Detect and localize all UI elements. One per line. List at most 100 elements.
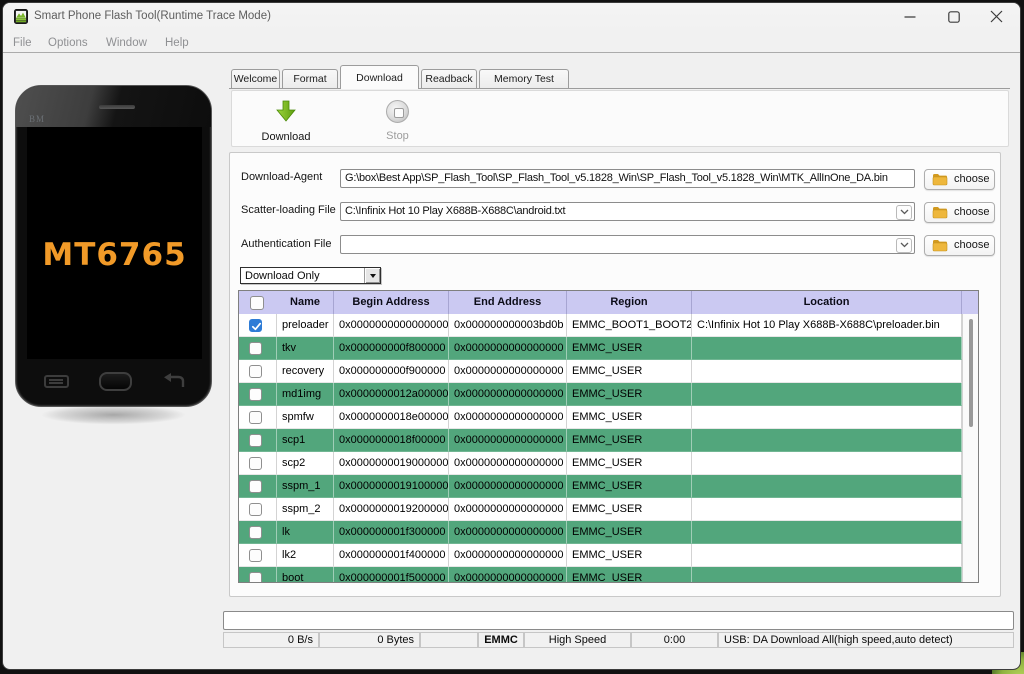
row-checkbox-cell bbox=[239, 452, 277, 475]
progress-bar bbox=[223, 611, 1014, 630]
menu-item-window[interactable]: Window bbox=[106, 37, 147, 49]
column-header-end-address[interactable]: End Address bbox=[449, 291, 567, 314]
table-row-tkv[interactable]: tkv0x000000000f8000000x0000000000000000E… bbox=[239, 337, 962, 360]
cell-begin-address: 0x000000000f800000 bbox=[334, 337, 449, 360]
cell-location bbox=[692, 567, 962, 583]
tab-memory-test[interactable]: Memory Test bbox=[479, 69, 569, 88]
cell-name: lk bbox=[277, 521, 334, 544]
menu-item-options[interactable]: Options bbox=[48, 37, 88, 49]
maximize-button[interactable] bbox=[932, 3, 976, 30]
row-checkbox-cell bbox=[239, 360, 277, 383]
table-row-preloader[interactable]: preloader0x00000000000000000x00000000000… bbox=[239, 314, 962, 337]
phone-chipset-label: MT6765 bbox=[27, 237, 202, 273]
menu-item-file[interactable]: File bbox=[13, 37, 32, 49]
row-checkbox-cell bbox=[239, 383, 277, 406]
table-row-spmfw[interactable]: spmfw0x0000000018e000000x000000000000000… bbox=[239, 406, 962, 429]
row-checkbox-unchecked[interactable] bbox=[249, 457, 262, 470]
row-checkbox-unchecked[interactable] bbox=[249, 342, 262, 355]
cell-location bbox=[692, 406, 962, 429]
vertical-scrollbar[interactable] bbox=[962, 314, 978, 583]
row-checkbox-cell bbox=[239, 544, 277, 567]
table-row-scp1[interactable]: scp10x0000000018f000000x0000000000000000… bbox=[239, 429, 962, 452]
cell-begin-address: 0x000000001f500000 bbox=[334, 567, 449, 583]
combo-dropdown-button-2[interactable] bbox=[896, 238, 912, 253]
cell-location bbox=[692, 544, 962, 567]
close-icon bbox=[990, 10, 1003, 23]
phone-shadow bbox=[17, 407, 210, 433]
tab-download[interactable]: Download bbox=[340, 65, 419, 89]
cell-end-address: 0x0000000000000000 bbox=[449, 406, 567, 429]
scrollbar-thumb[interactable] bbox=[969, 319, 973, 427]
choose-button-0[interactable]: choose bbox=[924, 169, 995, 190]
cell-location bbox=[692, 429, 962, 452]
cell-begin-address: 0x000000000f900000 bbox=[334, 360, 449, 383]
column-header-location[interactable]: Location bbox=[692, 291, 962, 314]
tab-format[interactable]: Format bbox=[282, 69, 338, 88]
table-row-sspm_2[interactable]: sspm_20x00000000192000000x00000000000000… bbox=[239, 498, 962, 521]
form-input-0[interactable]: G:\box\Best App\SP_Flash_Tool\SP_Flash_T… bbox=[340, 169, 915, 188]
cell-begin-address: 0x0000000000000000 bbox=[334, 314, 449, 337]
select-all-checkbox[interactable] bbox=[250, 296, 264, 310]
table-row-recovery[interactable]: recovery0x000000000f9000000x000000000000… bbox=[239, 360, 962, 383]
cell-end-address: 0x0000000000000000 bbox=[449, 429, 567, 452]
row-checkbox-unchecked[interactable] bbox=[249, 388, 262, 401]
choose-button-1[interactable]: choose bbox=[924, 202, 995, 223]
close-button[interactable] bbox=[974, 3, 1018, 30]
row-checkbox-cell bbox=[239, 314, 277, 337]
column-header-name[interactable]: Name bbox=[277, 291, 334, 314]
partition-table: NameBegin AddressEnd AddressRegionLocati… bbox=[238, 290, 979, 583]
row-checkbox-unchecked[interactable] bbox=[249, 434, 262, 447]
chevron-down-icon bbox=[900, 209, 909, 215]
stop-button[interactable]: Stop bbox=[355, 95, 440, 143]
download-button[interactable]: Download bbox=[241, 95, 331, 143]
row-checkbox-checked[interactable] bbox=[249, 319, 262, 332]
cell-name: spmfw bbox=[277, 406, 334, 429]
minimize-icon bbox=[904, 11, 916, 23]
row-checkbox-unchecked[interactable] bbox=[249, 572, 262, 584]
cell-region: EMMC_USER bbox=[567, 567, 692, 583]
cell-name: scp2 bbox=[277, 452, 334, 475]
combo-dropdown-button-1[interactable] bbox=[896, 205, 912, 220]
download-form-panel: Download-AgentG:\box\Best App\SP_Flash_T… bbox=[229, 152, 1001, 597]
download-mode-select[interactable]: Download Only bbox=[240, 267, 381, 284]
form-input-2[interactable] bbox=[340, 235, 915, 254]
window-title: Smart Phone Flash Tool(Runtime Trace Mod… bbox=[34, 10, 271, 22]
row-checkbox-cell bbox=[239, 429, 277, 452]
table-row-scp2[interactable]: scp20x00000000190000000x0000000000000000… bbox=[239, 452, 962, 475]
title-bar[interactable]: Smart Phone Flash Tool(Runtime Trace Mod… bbox=[3, 3, 1020, 30]
column-header-region[interactable]: Region bbox=[567, 291, 692, 314]
tab-welcome[interactable]: Welcome bbox=[231, 69, 280, 88]
cell-location bbox=[692, 475, 962, 498]
tab-readback[interactable]: Readback bbox=[421, 69, 477, 88]
table-row-sspm_1[interactable]: sspm_10x00000000191000000x00000000000000… bbox=[239, 475, 962, 498]
menu-item-help[interactable]: Help bbox=[165, 37, 189, 49]
cell-region: EMMC_USER bbox=[567, 498, 692, 521]
chevron-down-icon bbox=[900, 242, 909, 248]
choose-button-2[interactable]: choose bbox=[924, 235, 995, 256]
cell-name: boot bbox=[277, 567, 334, 583]
cell-end-address: 0x0000000000000000 bbox=[449, 544, 567, 567]
row-checkbox-unchecked[interactable] bbox=[249, 503, 262, 516]
menu-bar: File Options Window Help bbox=[3, 30, 1020, 53]
cell-name: lk2 bbox=[277, 544, 334, 567]
table-row-boot[interactable]: boot0x000000001f5000000x0000000000000000… bbox=[239, 567, 962, 583]
cell-region: EMMC_USER bbox=[567, 475, 692, 498]
download-mode-dropdown-button[interactable] bbox=[364, 268, 380, 283]
cell-location bbox=[692, 521, 962, 544]
form-input-1[interactable]: C:\Infinix Hot 10 Play X688B-X688C\andro… bbox=[340, 202, 915, 221]
cell-end-address: 0x0000000000000000 bbox=[449, 521, 567, 544]
row-checkbox-unchecked[interactable] bbox=[249, 480, 262, 493]
row-checkbox-unchecked[interactable] bbox=[249, 549, 262, 562]
row-checkbox-unchecked[interactable] bbox=[249, 526, 262, 539]
table-row-md1img[interactable]: md1img0x0000000012a000000x00000000000000… bbox=[239, 383, 962, 406]
partition-table-body: preloader0x00000000000000000x00000000000… bbox=[239, 314, 978, 583]
table-row-lk[interactable]: lk0x000000001f3000000x0000000000000000EM… bbox=[239, 521, 962, 544]
column-header-begin-address[interactable]: Begin Address bbox=[334, 291, 449, 314]
table-row-lk2[interactable]: lk20x000000001f4000000x0000000000000000E… bbox=[239, 544, 962, 567]
back-key-icon bbox=[162, 373, 186, 390]
row-checkbox-unchecked[interactable] bbox=[249, 365, 262, 378]
cell-name: recovery bbox=[277, 360, 334, 383]
minimize-button[interactable] bbox=[888, 3, 932, 30]
row-checkbox-unchecked[interactable] bbox=[249, 411, 262, 424]
cell-name: preloader bbox=[277, 314, 334, 337]
